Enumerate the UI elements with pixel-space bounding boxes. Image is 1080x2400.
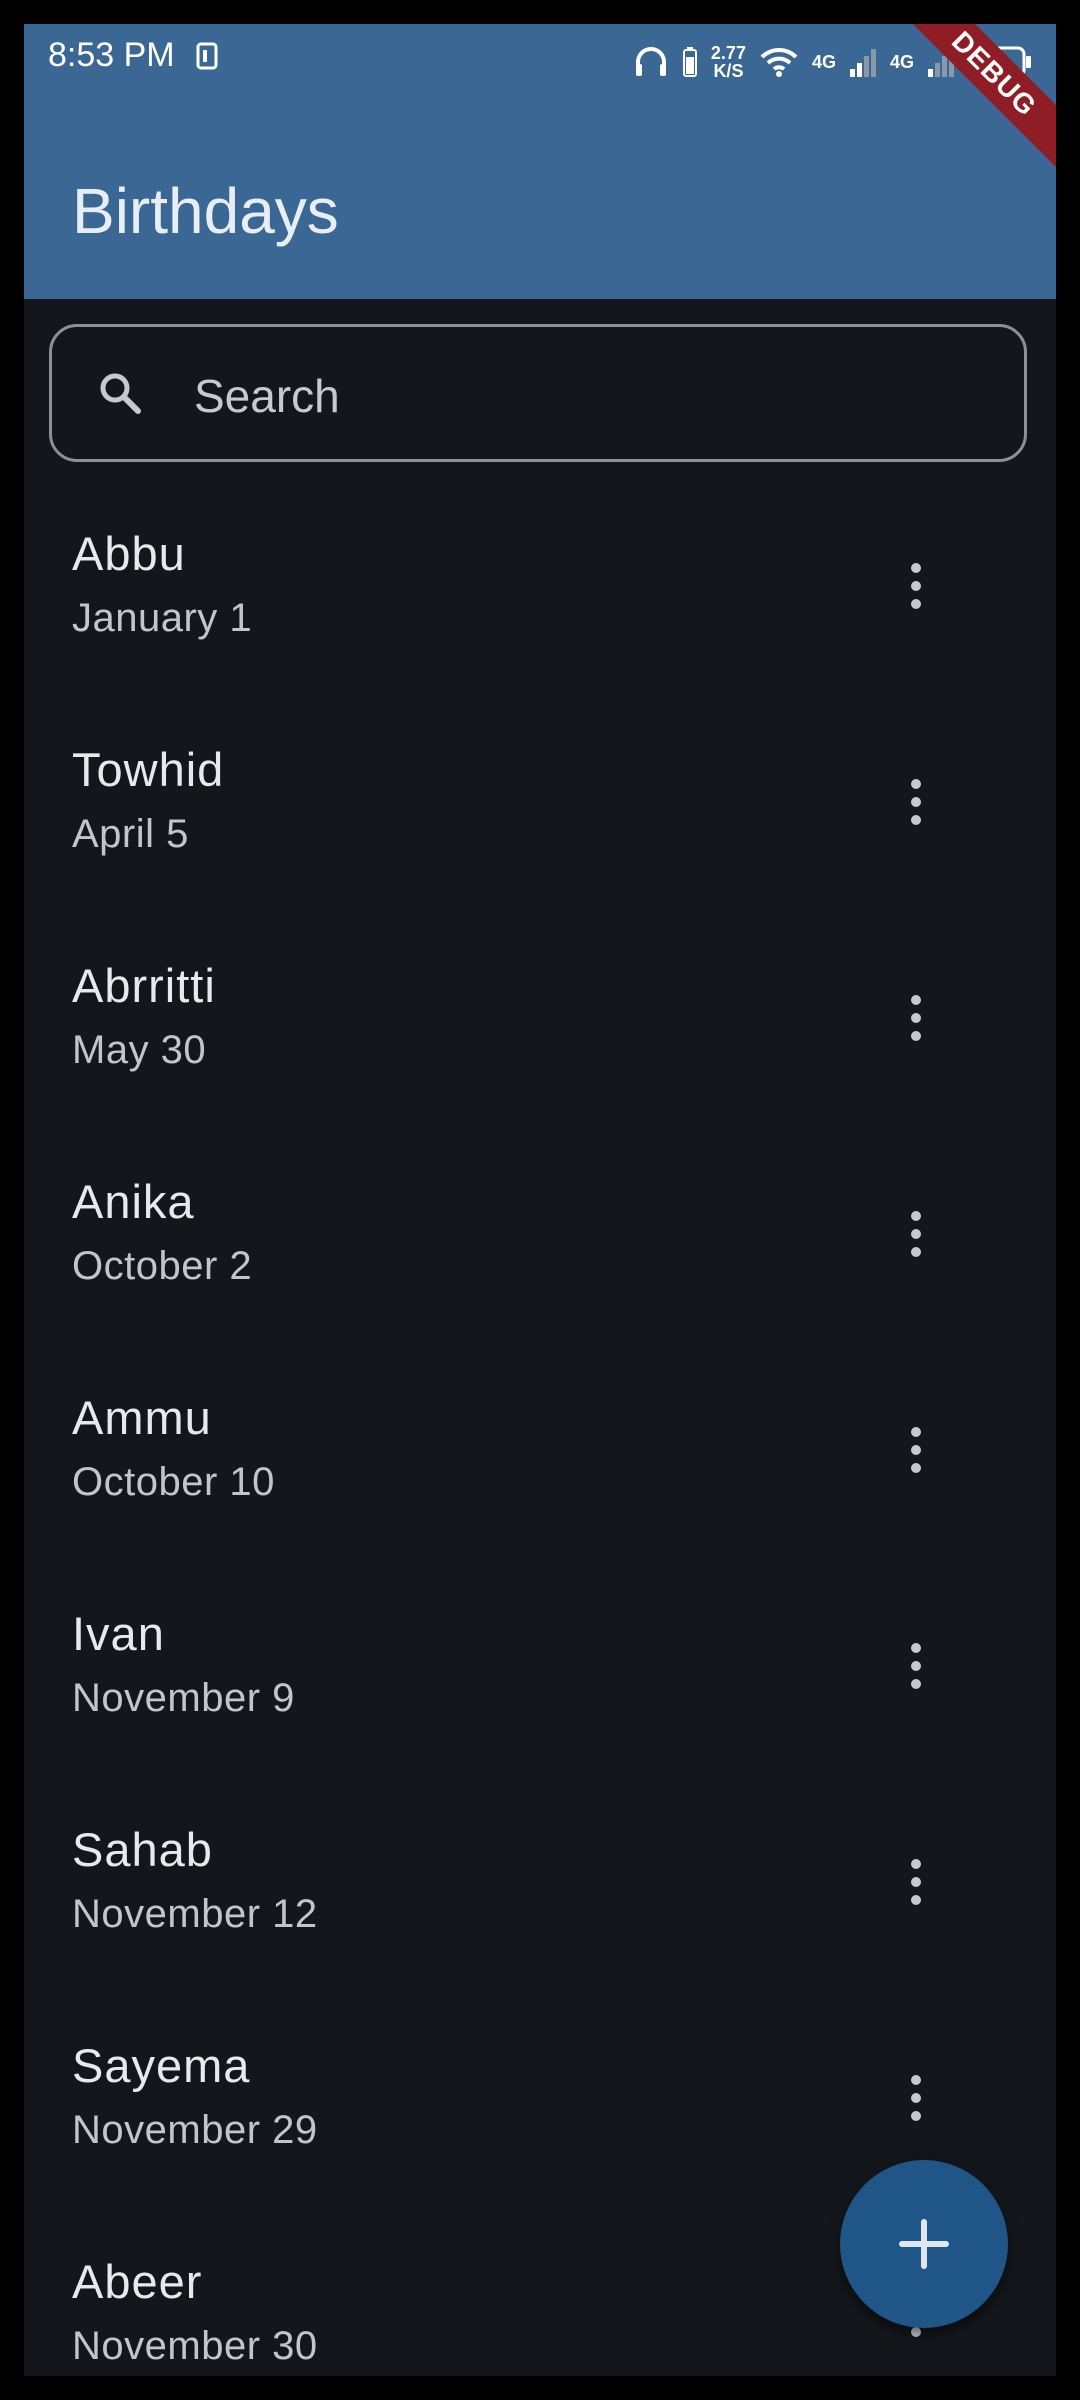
more-vert-icon[interactable] xyxy=(884,1634,948,1698)
more-vert-icon[interactable] xyxy=(884,1202,948,1266)
birthday-date: November 29 xyxy=(72,2108,318,2152)
speed-unit: K/S xyxy=(713,61,744,81)
status-bar: 8:53 PM 2.77 K/S 4G 4G xyxy=(24,24,1056,104)
network-type-1: 4G xyxy=(811,51,836,72)
more-vert-icon[interactable] xyxy=(884,986,948,1050)
contact-name: Sayema xyxy=(72,2039,251,2092)
network-type-2: 4G xyxy=(889,51,914,72)
battery-small-icon xyxy=(682,47,697,77)
contact-name: Anika xyxy=(72,1175,195,1228)
headphones-icon xyxy=(635,47,666,76)
status-time: 8:53 PM xyxy=(48,36,175,74)
more-vert-icon[interactable] xyxy=(884,554,948,618)
birthday-date: October 2 xyxy=(72,1244,253,1288)
birthday-date: January 1 xyxy=(72,596,253,640)
notification-icon xyxy=(196,42,218,70)
contact-name: Abeer xyxy=(72,2255,203,2308)
search-input[interactable] xyxy=(192,357,996,435)
page-title: Birthdays xyxy=(72,175,339,247)
app-screen: 8:53 PM 2.77 K/S 4G 4G Birthdays DEBUG S… xyxy=(24,24,1056,2376)
contact-name: Abrritti xyxy=(72,959,216,1012)
speed-value: 2.77 xyxy=(710,43,746,63)
contact-name: Towhid xyxy=(72,743,225,796)
contact-name: Abbu xyxy=(72,527,186,580)
birthday-date: October 10 xyxy=(72,1460,275,1504)
signal-icon-1 xyxy=(849,49,876,77)
network-speed: 2.77 K/S xyxy=(711,44,746,80)
list-item[interactable]: Ammu October 10 xyxy=(24,1368,1056,1584)
search-icon xyxy=(100,373,141,414)
add-icon xyxy=(899,2219,949,2269)
birthday-date: April 5 xyxy=(72,812,189,856)
more-vert-icon[interactable] xyxy=(884,2066,948,2130)
list-item[interactable]: Anika October 2 xyxy=(24,1152,1056,1368)
app-bar: 8:53 PM 2.77 K/S 4G 4G Birthdays DEBUG xyxy=(24,24,1056,299)
list-item[interactable]: Abrritti May 30 xyxy=(24,936,1056,1152)
birthday-date: November 30 xyxy=(72,2324,318,2368)
birthday-date: November 12 xyxy=(72,1892,318,1936)
birthday-date: November 9 xyxy=(72,1676,295,1720)
birthday-date: May 30 xyxy=(72,1028,207,1072)
contact-name: Ivan xyxy=(72,1607,165,1660)
wifi-icon xyxy=(760,47,798,77)
more-vert-icon[interactable] xyxy=(884,1418,948,1482)
more-vert-icon[interactable] xyxy=(884,1850,948,1914)
list-item[interactable]: Ivan November 9 xyxy=(24,1584,1056,1800)
birthday-list: Abbu January 1 Towhid April 5 Abrritti M… xyxy=(24,504,1056,2376)
contact-name: Ammu xyxy=(72,1391,212,1444)
list-item[interactable]: Sahab November 12 xyxy=(24,1800,1056,2016)
contact-name: Sahab xyxy=(72,1823,213,1876)
add-birthday-button[interactable] xyxy=(840,2160,1008,2328)
more-vert-icon[interactable] xyxy=(884,770,948,834)
list-item[interactable]: Abbu January 1 xyxy=(24,504,1056,720)
search-field[interactable] xyxy=(49,324,1027,462)
list-item[interactable]: Towhid April 5 xyxy=(24,720,1056,936)
